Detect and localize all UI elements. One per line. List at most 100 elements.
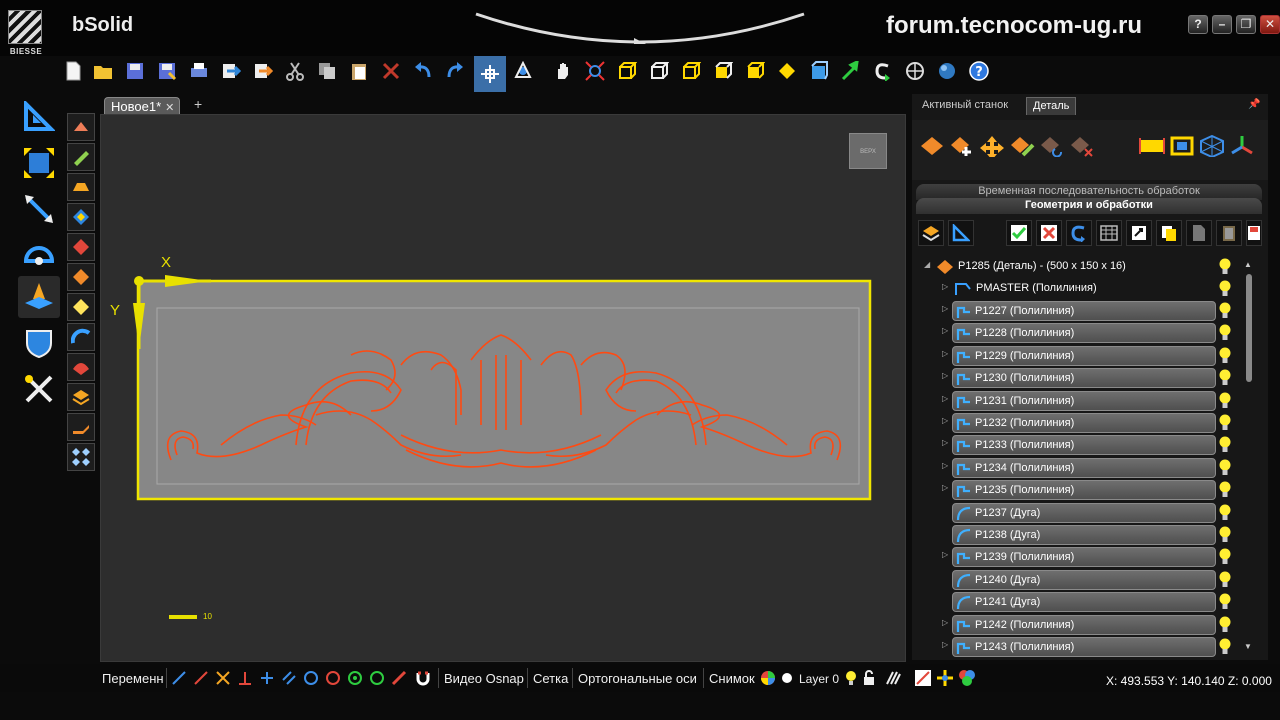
new-file-icon[interactable]	[60, 58, 86, 84]
grid-button[interactable]: Сетка	[533, 671, 568, 686]
visibility-bulb-icon[interactable]	[1218, 324, 1232, 342]
tree-item-row[interactable]: P1240 (Дуга)	[912, 569, 1256, 591]
magnet-icon[interactable]	[414, 669, 432, 687]
set-square-icon[interactable]	[18, 96, 60, 138]
layer-hatch-icon[interactable]	[884, 669, 902, 687]
dimension-icon[interactable]	[18, 188, 60, 230]
visibility-bulb-icon[interactable]	[1218, 481, 1232, 499]
expand-arrow-icon[interactable]: ▷	[942, 282, 948, 291]
maximize-button[interactable]: ❐	[1236, 15, 1256, 34]
reload-tree-icon[interactable]	[1066, 220, 1092, 246]
tree-item-row[interactable]: P1238 (Дуга)	[912, 524, 1256, 546]
tree-item-row[interactable]: ▷ P1242 (Полилиния)	[912, 614, 1256, 636]
angle-gauge-icon[interactable]	[18, 232, 60, 274]
snap-point-icon[interactable]	[474, 56, 506, 92]
layer-stack-icon[interactable]	[67, 383, 95, 411]
expand-arrow-icon[interactable]: ▷	[942, 371, 948, 380]
layer-visible-bulb-icon[interactable]	[842, 669, 860, 687]
tree-item-box[interactable]: P1235 (Полилиния)	[952, 480, 1216, 501]
pocket-icon[interactable]	[67, 203, 95, 231]
tree-item-row[interactable]: ▷ P1229 (Полилиния)	[912, 345, 1256, 367]
uncheck-all-icon[interactable]	[1036, 220, 1062, 246]
sphere-icon[interactable]	[934, 58, 960, 84]
globe-grid-icon[interactable]	[902, 58, 928, 84]
geometry-set-square-icon[interactable]	[948, 220, 974, 246]
tree-item-box[interactable]: P1242 (Полилиния)	[952, 614, 1216, 635]
tree-item-row[interactable]: ▷ P1227 (Полилиния)	[912, 300, 1256, 322]
tree-item-row[interactable]: P1237 (Дуга)	[912, 502, 1256, 524]
snap-node-icon[interactable]	[368, 669, 386, 687]
scroll-up-icon[interactable]: ▲	[1244, 260, 1252, 269]
layer-name[interactable]: Layer 0	[799, 672, 839, 686]
close-window-button[interactable]: ✕	[1260, 15, 1280, 34]
expand-arrow-icon[interactable]: ▷	[942, 550, 948, 559]
redo-icon[interactable]	[442, 58, 468, 84]
tree-item-row[interactable]: ▷ P1233 (Полилиния)	[912, 434, 1256, 456]
lamp-tool-icon[interactable]	[67, 413, 95, 441]
table-icon[interactable]	[1096, 220, 1122, 246]
visibility-bulb-icon[interactable]	[1218, 504, 1232, 522]
visibility-bulb-icon[interactable]	[1218, 414, 1232, 432]
expand-arrow-icon[interactable]: ▷	[942, 394, 948, 403]
expand-arrow-icon[interactable]: ▷	[942, 640, 948, 649]
view-cube-1-icon[interactable]	[614, 58, 640, 84]
tree-item-box[interactable]: P1239 (Полилиния)	[952, 547, 1216, 568]
print-icon[interactable]	[186, 58, 212, 84]
tree-scroll-thumb[interactable]	[1246, 274, 1252, 382]
dimension-part-icon[interactable]	[1138, 132, 1166, 160]
surface-icon[interactable]	[67, 353, 95, 381]
export-icon[interactable]	[250, 58, 276, 84]
delete-icon[interactable]	[378, 58, 404, 84]
tree-item-box[interactable]: P1234 (Полилиния)	[952, 457, 1216, 478]
paste-icon[interactable]	[346, 58, 372, 84]
expand-arrow-icon[interactable]: ▷	[942, 304, 948, 313]
add-part-icon[interactable]	[948, 132, 976, 160]
minimize-button[interactable]: –	[1212, 15, 1232, 34]
pin-icon[interactable]: 📌	[1248, 99, 1260, 110]
part-history-icon[interactable]	[1038, 132, 1066, 160]
saw-cut-icon[interactable]	[67, 173, 95, 201]
drill-vertical-icon[interactable]	[67, 113, 95, 141]
expand-arrow-icon[interactable]: ▷	[942, 326, 948, 335]
tree-item-box[interactable]: P1237 (Дуга)	[952, 502, 1216, 523]
snap-nearest-icon[interactable]	[390, 669, 408, 687]
tree-item-row[interactable]: ▷ P1231 (Полилиния)	[912, 390, 1256, 412]
tree-item-box[interactable]: P1227 (Полилиния)	[952, 301, 1216, 321]
tree-item-box[interactable]: P1233 (Полилиния)	[952, 435, 1216, 456]
tree-item-row[interactable]: ▷ P1239 (Полилиния)	[912, 546, 1256, 568]
variables-button[interactable]: Переменн	[102, 671, 164, 686]
document-grey-icon[interactable]	[1186, 220, 1212, 246]
snap-midpoint-icon[interactable]	[346, 669, 364, 687]
tree-item-box[interactable]: P1231 (Полилиния)	[952, 390, 1216, 411]
visibility-bulb-icon[interactable]	[1218, 571, 1232, 589]
panel-tool-3-icon[interactable]	[958, 669, 976, 687]
part-icon[interactable]	[918, 132, 946, 160]
collapse-arrow-icon[interactable]: ◢	[924, 260, 930, 269]
tree-item-box[interactable]: P1238 (Дуга)	[952, 525, 1216, 545]
snap-tangent-icon[interactable]	[258, 669, 276, 687]
expand-arrow-icon[interactable]: ▷	[942, 416, 948, 425]
tools-wrench-icon[interactable]	[18, 368, 60, 410]
snap-perpendicular-icon[interactable]	[236, 669, 254, 687]
tree-item-row[interactable]: ▷ P1232 (Полилиния)	[912, 412, 1256, 434]
drill-side-icon[interactable]	[67, 143, 95, 171]
color-wheel-icon[interactable]	[759, 669, 777, 687]
view-cube-2-icon[interactable]	[646, 58, 672, 84]
panel-tool-2-icon[interactable]	[936, 669, 954, 687]
check-all-icon[interactable]	[1006, 220, 1032, 246]
resize-frame-icon[interactable]	[18, 142, 60, 184]
tree-item-box[interactable]: P1240 (Дуга)	[952, 569, 1216, 590]
visibility-bulb-icon[interactable]	[1218, 436, 1232, 454]
route-icon[interactable]	[67, 233, 95, 261]
snap-center-icon[interactable]	[324, 669, 342, 687]
view-cube-4-icon[interactable]	[710, 58, 736, 84]
tree-item-box[interactable]: P1230 (Полилиния)	[952, 368, 1216, 389]
move-part-icon[interactable]	[978, 132, 1006, 160]
tree-item-row[interactable]: ▷ P1235 (Полилиния)	[912, 479, 1256, 501]
scroll-down-icon[interactable]: ▼	[1244, 642, 1252, 651]
pan-hand-icon[interactable]	[550, 58, 576, 84]
expand-arrow-icon[interactable]: ▷	[942, 461, 948, 470]
contour-icon[interactable]	[67, 263, 95, 291]
frame-part-icon[interactable]	[1168, 132, 1196, 160]
video-osnap-button[interactable]: Видео Osnap	[444, 671, 524, 686]
